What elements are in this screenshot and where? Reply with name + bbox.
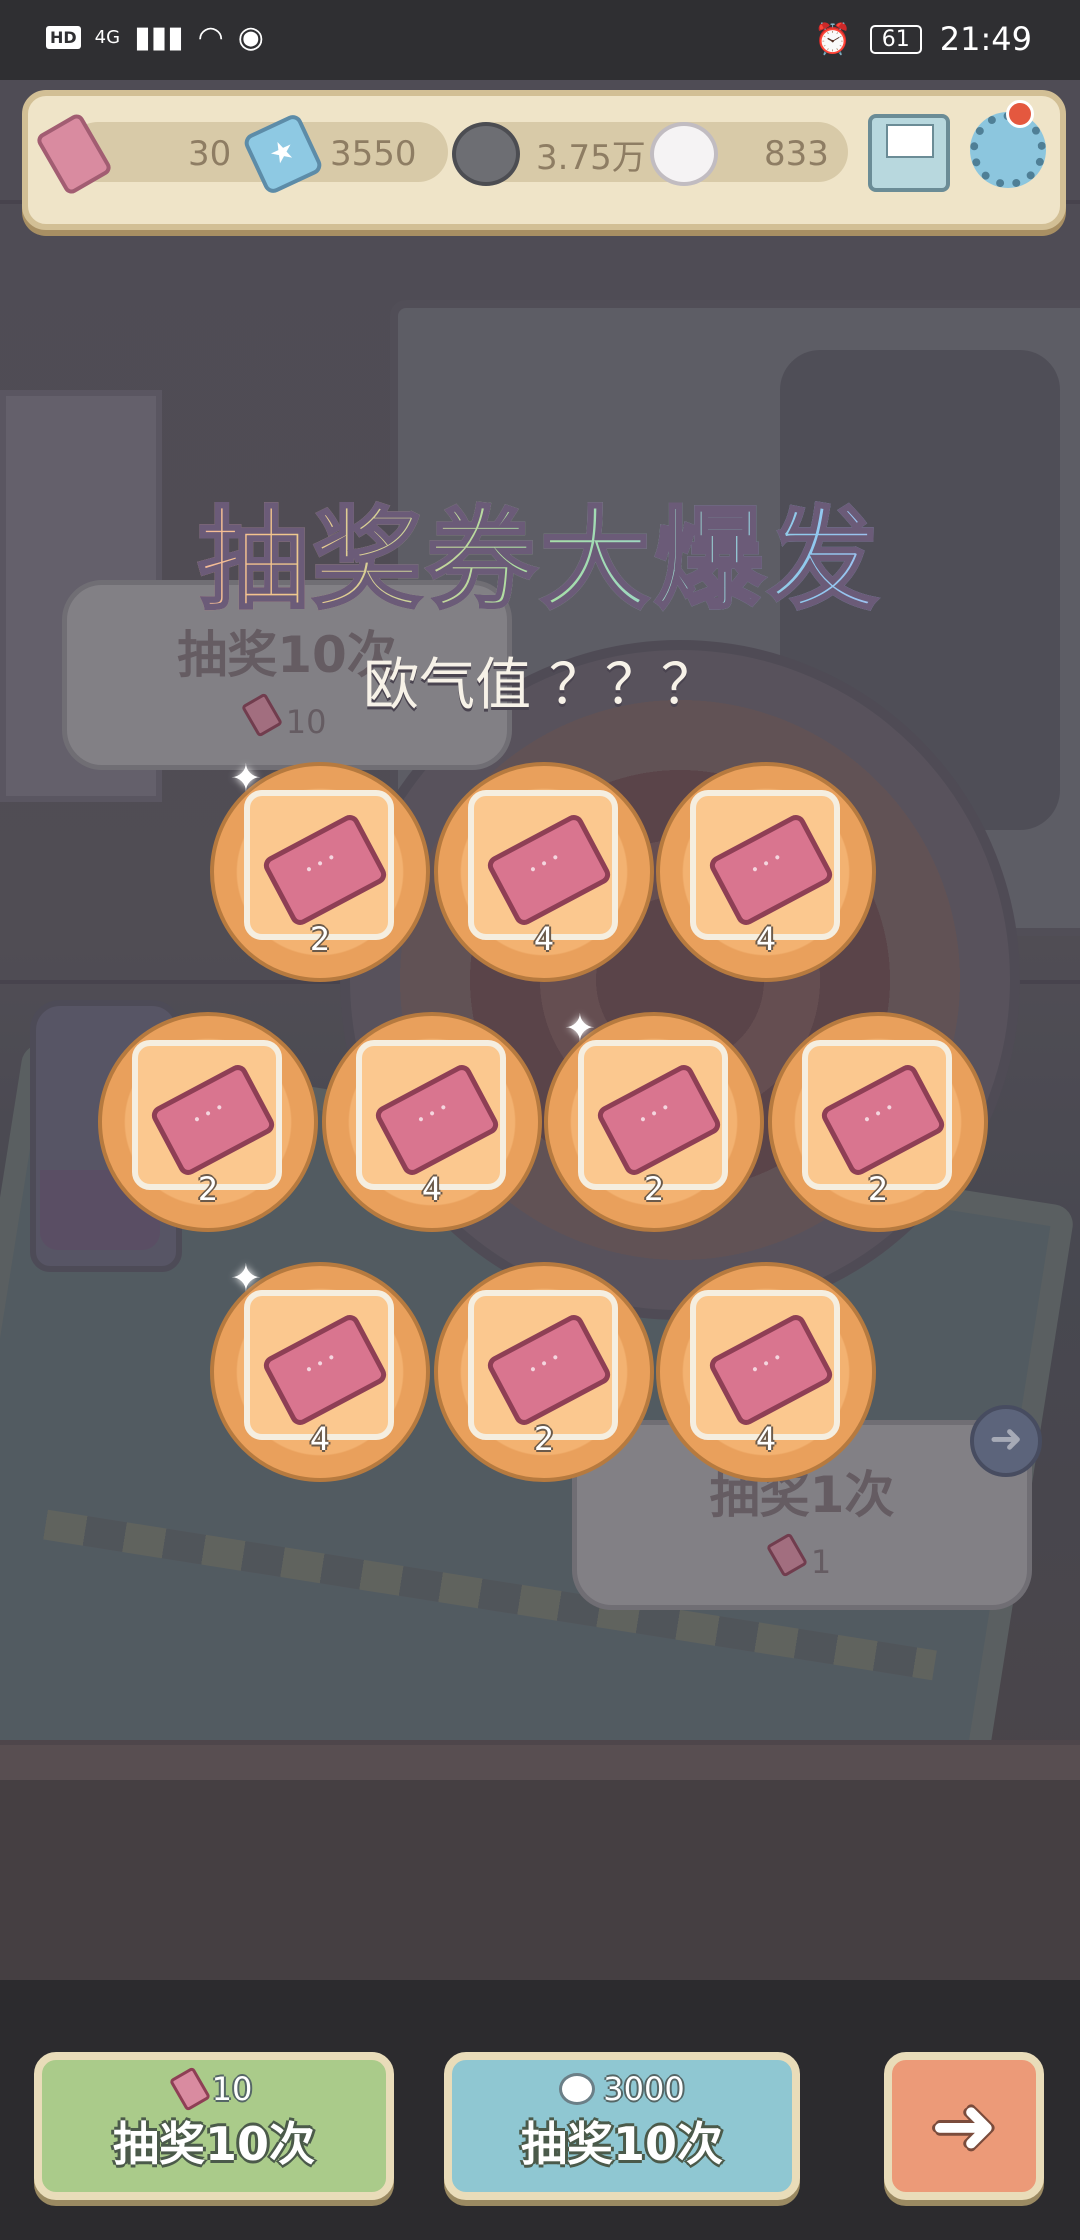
draw-ten-ticket-label: 抽奖10次 [112,2117,315,2171]
alarm-icon: ⏰ [814,21,852,57]
arrow-right-icon: ➜ [930,2079,998,2172]
status-bar: HD 4G ▮▮▮ ◠ ◉ ⏰ 61 21:49 [0,0,1080,80]
ticket-count-wrap: 30 [188,126,231,182]
reward-tile: 4 [656,1262,876,1482]
reward-tile: 2 [768,1012,988,1232]
wifi-icon: ◠ [197,20,224,55]
reward-count: 2 [643,1170,665,1208]
reward-tile: 4 [322,1012,542,1232]
next-button[interactable]: ➜ [884,2052,1044,2200]
ticket-resource[interactable] [34,111,114,197]
light-bubble-count: 833 [764,134,829,174]
light-bubble-count-wrap: 833 [764,126,829,182]
light-bubble-icon [650,122,718,186]
reward-tile: ✦2 [544,1006,764,1232]
bubble-icon [559,2073,596,2105]
status-left: HD 4G ▮▮▮ ◠ ◉ [46,20,264,55]
resource-bar: 30 ★ 3550 3.75万 833 [22,90,1066,230]
draw-ten-ticket-cost-value: 10 [211,2070,253,2108]
draw-ten-ticket-button[interactable]: 10 抽奖10次 [34,2052,394,2200]
star-ticket-count: 3550 [330,134,417,174]
draw-ten-ticket-cost: 10 [42,2066,386,2112]
sparkle-icon: ✦ [230,756,262,800]
sparkle-icon: ✦ [564,1006,596,1050]
reward-tile: 2 [98,1012,318,1232]
draw-ten-bubble-label: 抽奖10次 [520,2117,723,2171]
reward-count: 4 [533,920,555,958]
wechat-icon: ◉ [237,20,264,55]
mail-icon[interactable] [868,114,950,192]
battery-indicator: 61 [869,24,922,54]
notification-dot [1006,100,1034,128]
dark-bubble-count-wrap: 3.75万 [536,126,646,182]
reward-tile: 2 [434,1262,654,1482]
reward-count: 2 [533,1420,555,1458]
luck-value-label: 欧气值 ？？？ [363,653,717,718]
ticket-icon [168,2066,211,2112]
star-ticket-resource[interactable]: ★ [241,111,325,197]
draw-ten-bubble-cost-value: 3000 [603,2070,685,2108]
reward-count: 4 [421,1170,443,1208]
reward-count: 2 [867,1170,889,1208]
dark-bubble-resource[interactable] [452,122,520,186]
signal-icon: ▮▮▮ [134,20,184,55]
dark-bubble-icon [452,122,520,186]
hd-icon: HD [46,26,81,49]
sparkle-icon: ✦ [230,1256,262,1300]
light-bubble-resource[interactable] [650,122,718,186]
reward-count: 4 [755,1420,777,1458]
gear-icon[interactable] [970,112,1046,188]
ticket-count: 30 [188,134,232,174]
star-ticket-count-wrap: 3550 [330,126,417,182]
banner-title: 抽奖券大爆发 [0,470,1080,630]
dark-bubble-count: 3.75万 [536,137,646,178]
table-edge [0,1740,1080,1780]
reward-tile: 4 [434,762,654,982]
status-right: ⏰ 61 21:49 [814,20,1032,58]
draw-ten-bubble-cost: 3000 [452,2070,792,2108]
reward-tile: ✦2 [210,756,430,982]
reward-count: 4 [309,1420,331,1458]
reward-count: 2 [197,1170,219,1208]
reward-tile: 4 [656,762,876,982]
reward-tile: ✦4 [210,1256,430,1482]
reward-count: 2 [309,920,331,958]
reward-count: 4 [755,920,777,958]
draw-ten-bubble-button[interactable]: 3000 抽奖10次 [444,2052,800,2200]
clock: 21:49 [939,20,1032,58]
network-indicator: 4G [94,27,121,48]
